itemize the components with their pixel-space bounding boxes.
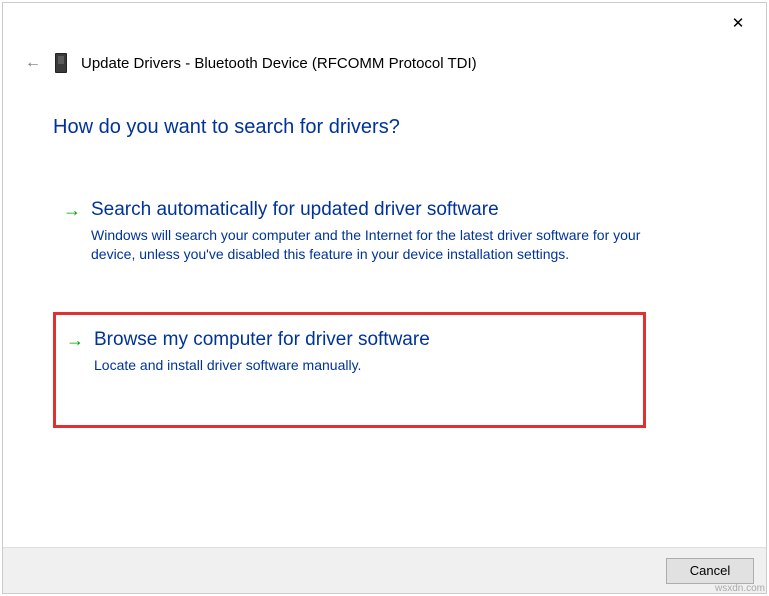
arrow-right-icon: → — [66, 327, 84, 353]
option-description: Locate and install driver software manua… — [94, 356, 633, 375]
option-browse-computer[interactable]: → Browse my computer for driver software… — [53, 312, 646, 428]
option-title: Search automatically for updated driver … — [91, 197, 686, 223]
dialog-footer: Cancel — [3, 547, 766, 593]
update-drivers-dialog: ✕ ← Update Drivers - Bluetooth Device (R… — [2, 2, 767, 594]
close-icon: ✕ — [732, 14, 745, 32]
dialog-header: ← Update Drivers - Bluetooth Device (RFC… — [25, 53, 744, 73]
dialog-title: Update Drivers - Bluetooth Device (RFCOM… — [81, 55, 477, 72]
close-button[interactable]: ✕ — [728, 13, 748, 33]
main-heading: How do you want to search for drivers? — [53, 116, 400, 139]
option-title: Browse my computer for driver software — [94, 327, 633, 353]
cancel-button[interactable]: Cancel — [666, 558, 754, 584]
device-icon — [55, 53, 67, 73]
back-arrow-icon[interactable]: ← — [25, 54, 41, 72]
arrow-right-icon: → — [63, 197, 81, 223]
watermark: wsxdn.com — [715, 583, 765, 594]
option-search-automatically[interactable]: → Search automatically for updated drive… — [53, 185, 696, 282]
option-description: Windows will search your computer and th… — [91, 226, 686, 264]
